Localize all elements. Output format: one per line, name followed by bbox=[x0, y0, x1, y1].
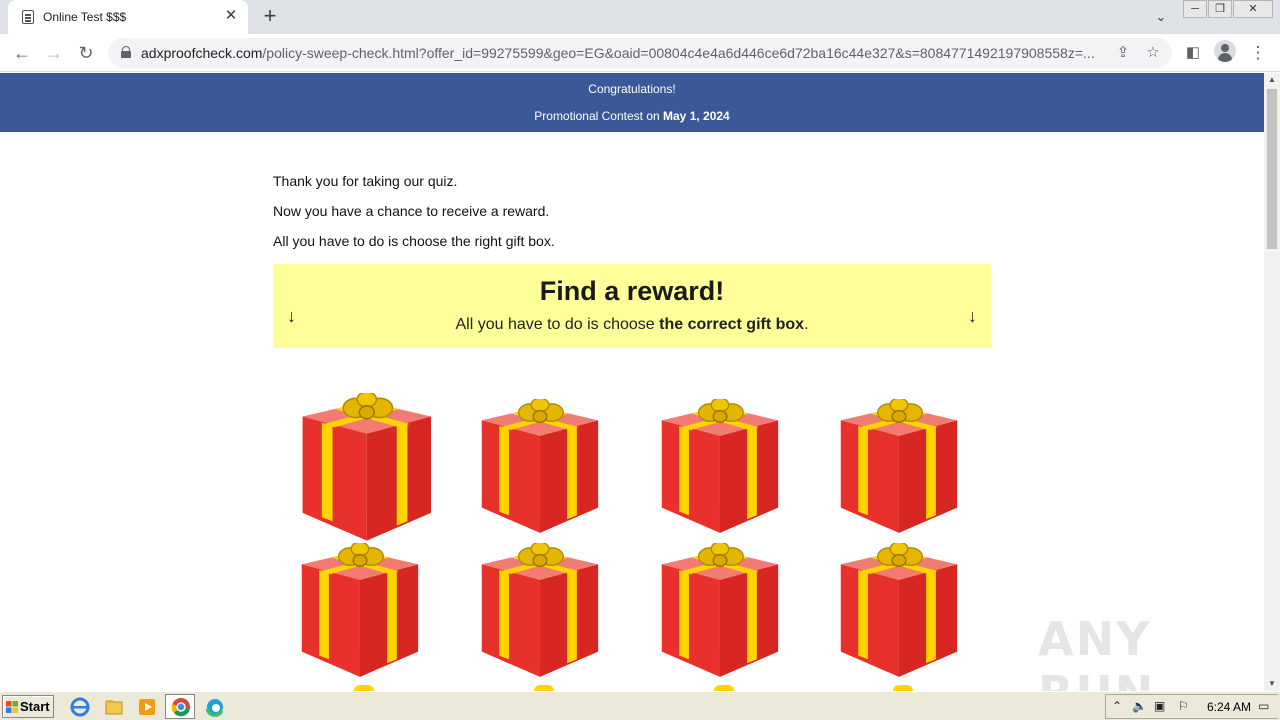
action-center-flag-icon[interactable]: ⚐ bbox=[1178, 699, 1189, 713]
reward-box: ↓ Find a reward! All you have to do is c… bbox=[273, 264, 991, 348]
reward-title: Find a reward! bbox=[539, 276, 725, 306]
gift-box-4[interactable] bbox=[833, 397, 965, 535]
system-tray: ⌃ 🔈 ▣ ⚐ ▭ bbox=[1105, 694, 1278, 719]
reward-subtitle: All you have to do is choose the correct… bbox=[273, 316, 991, 334]
gift-box-6[interactable] bbox=[474, 541, 606, 679]
lock-icon[interactable] bbox=[121, 46, 131, 58]
start-button[interactable]: Start bbox=[2, 695, 54, 718]
gift-box-icon bbox=[661, 397, 779, 533]
side-panel-icon[interactable]: ◧ bbox=[1181, 41, 1205, 65]
chrome-icon bbox=[171, 698, 190, 717]
contest-date-line: Promotional Contest on May 1, 2024 bbox=[0, 109, 1264, 123]
tray-expand-icon[interactable]: ⌃ bbox=[1112, 699, 1122, 713]
tab-strip: Online Test $$$ ✕ + ⌄ ─ ❐ ✕ bbox=[0, 0, 1280, 34]
intro-line-2: Now you have a chance to receive a rewar… bbox=[273, 203, 550, 219]
scroll-up-icon[interactable]: ▲ bbox=[1264, 73, 1280, 87]
windows-taskbar: Start ⌃ 🔈 ▣ ⚐ ▭ 6:24 AM bbox=[0, 691, 1280, 720]
intro-line-3: All you have to do is choose the right g… bbox=[273, 233, 555, 249]
show-desktop-icon[interactable]: ▭ bbox=[1258, 699, 1269, 713]
gift-box-icon bbox=[301, 541, 419, 677]
share-icon[interactable]: ⇪ bbox=[1112, 42, 1134, 64]
file-explorer-icon[interactable] bbox=[103, 696, 125, 718]
internet-explorer-icon[interactable] bbox=[69, 696, 91, 718]
gift-box-icon bbox=[840, 397, 958, 533]
maximize-button[interactable]: ❐ bbox=[1208, 0, 1232, 18]
taskbar-clock: 6:24 AM bbox=[1207, 700, 1252, 714]
tab-title: Online Test $$$ bbox=[43, 10, 127, 24]
page-viewport: Congratulations! Promotional Contest on … bbox=[0, 73, 1264, 691]
gift-box-icon bbox=[302, 391, 431, 541]
close-tab-icon[interactable]: ✕ bbox=[222, 7, 240, 25]
gift-box-7[interactable] bbox=[654, 541, 786, 679]
vertical-scrollbar[interactable]: ▲ ▼ bbox=[1264, 73, 1280, 691]
reward-sub-suffix: . bbox=[804, 316, 809, 333]
network-icon[interactable]: ▣ bbox=[1154, 699, 1165, 713]
gift-box-3[interactable] bbox=[654, 397, 786, 535]
forward-button[interactable]: → bbox=[42, 41, 66, 65]
url-text[interactable]: adxproofcheck.com/policy-sweep-check.htm… bbox=[141, 45, 1106, 61]
browser-toolbar: ← → ↻ adxproofcheck.com/policy-sweep-che… bbox=[0, 34, 1280, 72]
congrats-text: Congratulations! bbox=[588, 82, 676, 96]
media-player-icon[interactable] bbox=[136, 696, 158, 718]
new-tab-button[interactable]: + bbox=[258, 4, 282, 28]
tab-search-chevron-icon[interactable]: ⌄ bbox=[1150, 6, 1172, 28]
windows-flag-icon bbox=[6, 701, 18, 713]
browser-tab[interactable]: Online Test $$$ ✕ bbox=[8, 0, 248, 34]
address-bar[interactable]: adxproofcheck.com/policy-sweep-check.htm… bbox=[108, 38, 1172, 68]
reward-sub-bold: the correct gift box bbox=[659, 316, 805, 333]
contest-date: May 1, 2024 bbox=[663, 109, 730, 123]
reload-button[interactable]: ↻ bbox=[74, 41, 98, 65]
url-host: adxproofcheck.com bbox=[141, 45, 263, 61]
header-banner: Congratulations! Promotional Contest on … bbox=[0, 73, 1264, 132]
bookmark-star-icon[interactable]: ☆ bbox=[1142, 42, 1164, 64]
edge-icon[interactable] bbox=[204, 696, 226, 718]
minimize-button[interactable]: ─ bbox=[1183, 0, 1207, 18]
page-favicon-icon bbox=[22, 10, 34, 24]
start-label: Start bbox=[20, 699, 50, 714]
volume-icon[interactable]: 🔈 bbox=[1132, 699, 1147, 713]
gift-box-icon bbox=[481, 541, 599, 677]
gift-box-icon bbox=[661, 541, 779, 677]
gift-box-8[interactable] bbox=[833, 541, 965, 679]
window-close-button[interactable]: ✕ bbox=[1233, 0, 1273, 18]
gift-box-5[interactable] bbox=[294, 541, 426, 679]
url-path: /policy-sweep-check.html?offer_id=992755… bbox=[262, 45, 1095, 61]
chrome-menu-icon[interactable]: ⋮ bbox=[1246, 41, 1270, 65]
back-button[interactable]: ← bbox=[10, 41, 34, 65]
gift-box-2[interactable] bbox=[474, 397, 606, 535]
gift-box-icon bbox=[840, 541, 958, 677]
down-arrow-right-icon: ↓ bbox=[968, 306, 977, 326]
gift-box-icon bbox=[481, 397, 599, 533]
profile-avatar-icon[interactable] bbox=[1214, 40, 1236, 62]
gift-box-1[interactable] bbox=[294, 391, 440, 543]
scroll-thumb[interactable] bbox=[1267, 89, 1277, 249]
intro-line-1: Thank you for taking our quiz. bbox=[273, 173, 458, 189]
reward-sub-prefix: All you have to do is choose bbox=[455, 316, 660, 333]
chrome-taskbar-button[interactable] bbox=[165, 694, 195, 719]
contest-label: Promotional Contest on bbox=[534, 109, 664, 123]
